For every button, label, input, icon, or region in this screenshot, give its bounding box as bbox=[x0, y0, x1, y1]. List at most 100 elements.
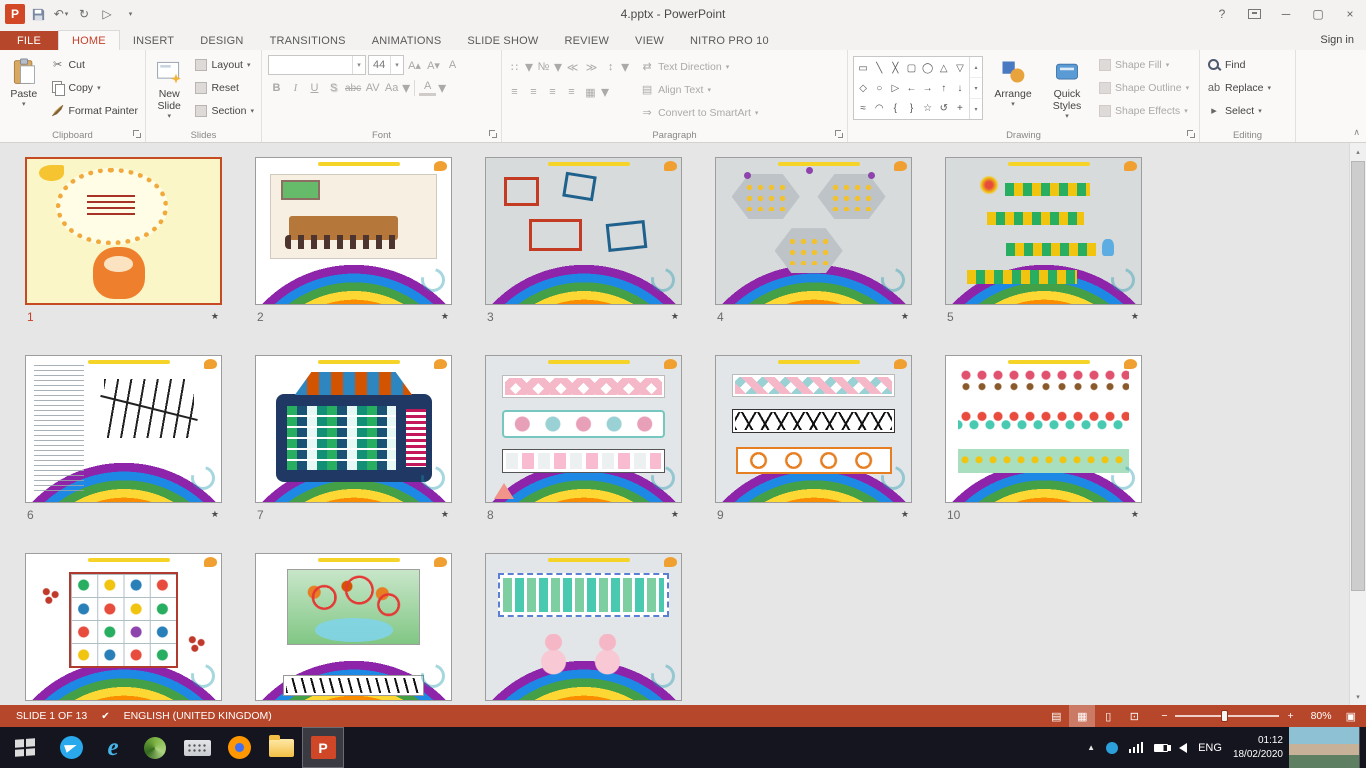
line-spacing-button[interactable]: ↕ bbox=[602, 58, 619, 77]
text-shadow-button[interactable]: S bbox=[325, 79, 342, 98]
shape-option[interactable]: ▢ bbox=[907, 63, 916, 74]
zoom-level[interactable]: 80% bbox=[1302, 710, 1332, 722]
battery-icon[interactable] bbox=[1154, 744, 1168, 752]
powerpoint-app-icon[interactable]: P bbox=[5, 4, 25, 24]
change-case-button[interactable]: Aa bbox=[383, 79, 400, 98]
gallery-up-icon[interactable]: ▴ bbox=[970, 57, 982, 77]
clipboard-dialog-launcher[interactable] bbox=[133, 130, 142, 139]
tab-insert[interactable]: INSERT bbox=[120, 31, 187, 50]
tab-file[interactable]: FILE bbox=[0, 31, 58, 50]
shape-option[interactable]: ≈ bbox=[860, 103, 866, 114]
help-button[interactable]: ? bbox=[1206, 0, 1238, 28]
close-button[interactable]: × bbox=[1334, 0, 1366, 28]
slide-thumbnail[interactable]: 5 ★ bbox=[945, 157, 1142, 325]
customize-qat-button[interactable]: ▾ bbox=[120, 4, 140, 24]
scroll-up-icon[interactable]: ▴ bbox=[1350, 143, 1366, 160]
shape-option[interactable]: △ bbox=[940, 63, 948, 74]
vertical-scrollbar[interactable]: ▴ ▾ bbox=[1349, 143, 1366, 705]
spell-check-icon[interactable]: ✔ bbox=[101, 711, 109, 722]
shape-option[interactable]: { bbox=[894, 103, 897, 114]
italic-button[interactable]: I bbox=[287, 79, 304, 98]
shrink-font-button[interactable]: A▾ bbox=[425, 56, 442, 75]
convert-to-smartart-button[interactable]: ⇒ Convert to SmartArt ▾ bbox=[635, 101, 763, 124]
select-button[interactable]: ▸ Select ▾ bbox=[1202, 99, 1293, 122]
format-painter-button[interactable]: Format Painter bbox=[46, 99, 143, 122]
slide-thumbnail-image[interactable] bbox=[715, 355, 912, 503]
sign-in-link[interactable]: Sign in bbox=[1320, 34, 1354, 46]
show-desktop-button[interactable] bbox=[1359, 727, 1366, 768]
gallery-down-icon[interactable]: ▾ bbox=[970, 77, 982, 98]
shape-option[interactable]: ○ bbox=[876, 83, 882, 94]
decrease-indent-button[interactable]: ≪ bbox=[564, 58, 581, 77]
slide-thumbnail[interactable]: 3 ★ bbox=[485, 157, 682, 325]
strikethrough-button[interactable]: abc bbox=[344, 79, 362, 98]
font-color-button[interactable]: A bbox=[419, 80, 436, 96]
scroll-down-icon[interactable]: ▾ bbox=[1350, 688, 1366, 705]
shape-option[interactable]: → bbox=[923, 83, 933, 94]
paste-button[interactable]: Paste ▾ bbox=[2, 53, 46, 128]
bold-button[interactable]: B bbox=[268, 79, 285, 98]
start-button[interactable] bbox=[0, 727, 50, 768]
shape-option[interactable]: ╳ bbox=[892, 63, 898, 74]
reading-view-button[interactable]: ▯ bbox=[1095, 705, 1121, 727]
slide-thumbnail-image[interactable] bbox=[25, 553, 222, 701]
shape-fill-button[interactable]: Shape Fill ▾ bbox=[1094, 53, 1194, 76]
layout-button[interactable]: Layout ▾ bbox=[190, 53, 259, 76]
slide-thumbnail-image[interactable] bbox=[945, 355, 1142, 503]
shape-option[interactable]: ╲ bbox=[876, 63, 882, 74]
taskbar-internet-explorer[interactable]: e bbox=[92, 727, 134, 768]
taskbar-powerpoint[interactable]: P bbox=[302, 727, 344, 768]
slide-thumbnail-image[interactable] bbox=[715, 157, 912, 305]
undo-button[interactable]: ↶▾ bbox=[51, 4, 71, 24]
zoom-slider[interactable] bbox=[1175, 715, 1279, 717]
tray-telegram-icon[interactable] bbox=[1106, 742, 1118, 754]
slide-thumbnail[interactable]: 13 ★ bbox=[485, 553, 682, 705]
shape-option[interactable]: ◠ bbox=[875, 103, 884, 114]
justify-button[interactable]: ≡ bbox=[563, 83, 580, 102]
clear-formatting-button[interactable]: A bbox=[444, 56, 461, 75]
new-slide-button[interactable]: New Slide ▾ bbox=[148, 53, 190, 128]
restore-button[interactable]: ▢ bbox=[1302, 0, 1334, 28]
tab-home[interactable]: HOME bbox=[58, 30, 120, 50]
slide-thumbnail[interactable]: 7 ★ bbox=[255, 355, 452, 523]
font-size-combobox[interactable]: 44 ▾ bbox=[368, 55, 404, 75]
slide-thumbnail-image[interactable] bbox=[25, 157, 222, 305]
tab-nitro-pro[interactable]: NITRO PRO 10 bbox=[677, 31, 782, 50]
slide-thumbnail[interactable]: 2 ★ bbox=[255, 157, 452, 325]
character-spacing-button[interactable]: AV bbox=[364, 79, 381, 98]
ribbon-display-options-button[interactable] bbox=[1238, 0, 1270, 28]
paragraph-dialog-launcher[interactable] bbox=[835, 130, 844, 139]
drawing-dialog-launcher[interactable] bbox=[1187, 130, 1196, 139]
bullets-button[interactable]: ∷ bbox=[506, 58, 523, 77]
increase-indent-button[interactable]: ≫ bbox=[583, 58, 600, 77]
copy-button[interactable]: Copy ▾ bbox=[46, 76, 143, 99]
taskbar-download-manager[interactable] bbox=[134, 727, 176, 768]
start-from-beginning-button[interactable]: ▷ bbox=[97, 4, 117, 24]
scrollbar-thumb[interactable] bbox=[1351, 161, 1365, 591]
numbering-button[interactable]: № bbox=[535, 58, 552, 77]
input-language-indicator[interactable]: ENG bbox=[1198, 742, 1222, 754]
shape-option[interactable]: ▭ bbox=[858, 63, 867, 74]
slide-thumbnail-image[interactable] bbox=[25, 355, 222, 503]
taskbar-telegram[interactable] bbox=[50, 727, 92, 768]
slide-show-button[interactable]: ⊡ bbox=[1121, 705, 1147, 727]
shape-option[interactable]: } bbox=[910, 103, 913, 114]
replace-button[interactable]: ab Replace ▾ bbox=[1202, 76, 1293, 99]
save-button[interactable] bbox=[28, 4, 48, 24]
language-status[interactable]: ENGLISH (UNITED KINGDOM) bbox=[124, 710, 272, 722]
shape-option[interactable]: ◇ bbox=[859, 83, 867, 94]
text-direction-button[interactable]: ⇄ Text Direction ▾ bbox=[635, 55, 763, 78]
columns-button[interactable]: ▦ bbox=[582, 83, 599, 102]
taskbar-clock[interactable]: 01:12 18/02/2020 bbox=[1233, 734, 1283, 761]
shape-option[interactable]: ▽ bbox=[956, 63, 964, 74]
quick-styles-button[interactable]: Quick Styles ▾ bbox=[1040, 53, 1094, 128]
zoom-in-button[interactable]: + bbox=[1287, 710, 1293, 722]
zoom-slider-thumb[interactable] bbox=[1221, 710, 1228, 722]
shape-option[interactable]: ▷ bbox=[892, 83, 900, 94]
slide-thumbnail[interactable]: 9 ★ bbox=[715, 355, 912, 523]
tab-review[interactable]: REVIEW bbox=[551, 31, 622, 50]
slide-thumbnail-image[interactable] bbox=[485, 355, 682, 503]
align-text-button[interactable]: ▤ Align Text ▾ bbox=[635, 78, 763, 101]
network-signal-icon[interactable] bbox=[1129, 742, 1143, 753]
slide-thumbnail-image[interactable] bbox=[485, 157, 682, 305]
